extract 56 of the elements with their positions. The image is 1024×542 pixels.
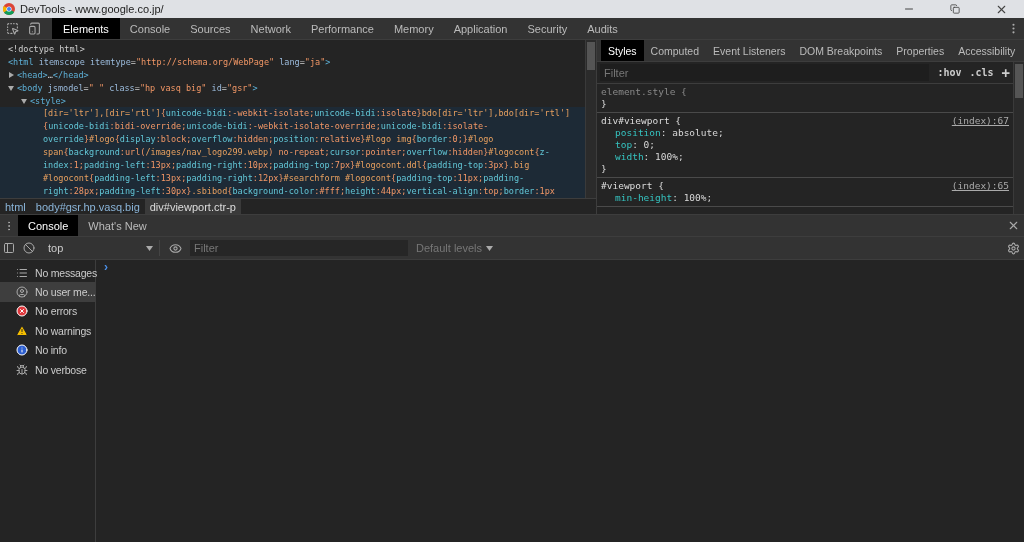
panel-tab[interactable]: Console — [119, 18, 181, 39]
panel-tab[interactable]: Performance — [300, 18, 384, 39]
sidebar-tab[interactable]: Accessibility — [951, 40, 1023, 61]
dom-node[interactable]: <body jsmodel=" " class="hp vasq big" id="gsr"> — [0, 81, 585, 95]
css-declaration: top: 0; — [614, 139, 657, 151]
rule-selector: div#viewport { — [601, 115, 682, 127]
window-title: DevTools - www.google.co.jp/ — [20, 3, 165, 15]
sidebar-tab[interactable]: DOM Breakpoints — [792, 40, 890, 61]
filter-label: No warnings — [35, 324, 92, 337]
filter-item[interactable]: No errors — [0, 301, 95, 322]
closing-brace: } — [601, 163, 608, 175]
css-declaration: position: absolute; — [614, 127, 725, 139]
toggle-button[interactable]: .cls — [969, 67, 994, 78]
rule-selector: #viewport { — [601, 180, 664, 192]
filter-item[interactable]: No info — [0, 340, 95, 360]
toggle-button[interactable]: :hov — [937, 67, 962, 78]
filter-item[interactable]: No user me... — [0, 282, 95, 302]
console-filter-field[interactable]: Filter — [190, 240, 408, 256]
rule-selector: element.style { — [601, 86, 687, 98]
dom-node[interactable]: <!doctype html> — [0, 43, 585, 56]
filter-item[interactable]: No messages — [0, 263, 95, 283]
sidebar-tab[interactable]: Properties — [889, 40, 952, 61]
dom-node[interactable]: <html itemscope itemtype="http://schema.org/WebPage" lang="ja"> — [0, 55, 585, 69]
filter-label: No messages — [35, 266, 97, 279]
drawer-tab[interactable]: Console — [18, 215, 79, 236]
drawer-tab[interactable]: What's New — [78, 215, 157, 236]
filter-label: No errors — [35, 305, 77, 318]
panel-tab[interactable]: Security — [517, 18, 578, 39]
sidebar-tab[interactable]: Event Listeners — [706, 40, 793, 61]
prompt-glyph: › — [104, 260, 108, 274]
closing-brace: } — [601, 98, 608, 110]
filter-field[interactable]: Filter — [600, 64, 930, 81]
css-declaration: min-height: 100%; — [614, 192, 714, 204]
panel-tab[interactable]: Network — [240, 18, 301, 39]
source-link[interactable]: (index):65 — [951, 180, 1009, 192]
css-declaration: width: 100%; — [614, 151, 685, 163]
filter-item[interactable]: No warnings — [0, 321, 95, 341]
panel-tab[interactable]: Application — [443, 18, 518, 39]
breadcrumb[interactable]: div#viewport.ctr-p — [144, 199, 241, 214]
toggle-button[interactable]: + — [1001, 64, 1010, 81]
panel-tab[interactable]: Audits — [577, 18, 628, 39]
panel-tab[interactable]: Elements — [52, 18, 120, 39]
filter-label: No verbose — [35, 363, 87, 376]
filter-item[interactable]: No verbose — [0, 359, 95, 380]
sidebar-tab[interactable]: Computed — [643, 40, 707, 61]
dom-node[interactable]: <style> — [0, 94, 585, 108]
source-link[interactable]: (index):67 — [951, 115, 1009, 127]
breadcrumb[interactable]: body#gsr.hp.vasq.big — [30, 199, 145, 214]
dom-node[interactable]: <head>…</head> — [0, 68, 585, 82]
panel-tab[interactable]: Sources — [180, 18, 241, 39]
panel-tab[interactable]: Memory — [383, 18, 444, 39]
breadcrumb[interactable]: html — [0, 199, 31, 214]
filter-label: No user me... — [35, 286, 96, 299]
filter-label: No info — [35, 344, 67, 357]
context-dropdown[interactable]: top — [40, 240, 160, 256]
sidebar-tab[interactable]: Styles — [601, 40, 644, 61]
